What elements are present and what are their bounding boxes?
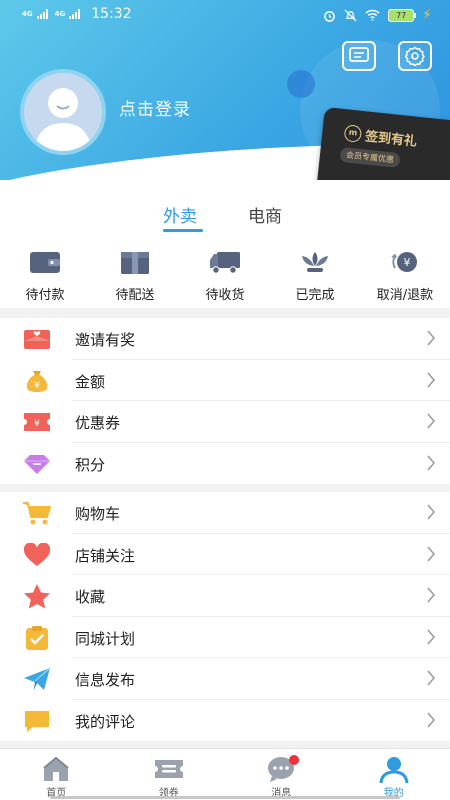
- home-indicator: [50, 796, 400, 799]
- network-type: 4G: [22, 9, 33, 18]
- menu-item-cart[interactable]: 购物车: [0, 492, 450, 534]
- truck-icon: [210, 252, 240, 274]
- chevron-right-icon: [427, 330, 435, 346]
- network-type-2: 4G: [54, 9, 66, 18]
- notification-badge: [289, 755, 299, 765]
- active-tab-indicator: [163, 229, 203, 232]
- charging-icon: ⚡: [422, 7, 432, 23]
- alarm-icon: [324, 10, 336, 22]
- coupon-icon: ¥: [24, 413, 50, 431]
- chevron-right-icon: [427, 455, 435, 470]
- chevron-right-icon: [427, 372, 435, 387]
- signal-icon: [36, 9, 48, 19]
- avatar[interactable]: [20, 69, 106, 155]
- menu-item-city-plan[interactable]: 同城计划: [0, 617, 450, 658]
- ticket-icon: [154, 760, 183, 778]
- svg-text:¥: ¥: [404, 256, 411, 269]
- settings-button[interactable]: [398, 41, 432, 71]
- user-icon: [379, 757, 409, 783]
- menu-item-my-comments[interactable]: 我的评论: [0, 700, 450, 742]
- wallet-icon: [30, 252, 60, 273]
- home-icon: [43, 756, 69, 781]
- heart-icon: [23, 542, 51, 566]
- menu-item-points[interactable]: 积分: [0, 443, 450, 485]
- menu-item-invite[interactable]: 邀请有奖: [0, 318, 450, 360]
- nav-coupons[interactable]: 领券: [113, 749, 226, 800]
- menu-item-balance[interactable]: ¥ 金额: [0, 360, 450, 401]
- money-bag-icon: ¥: [26, 370, 48, 392]
- bottom-navigation: 首页 领券 消息 我的: [0, 748, 450, 800]
- order-tabs: 外卖 电商: [0, 202, 450, 232]
- tab-takeout[interactable]: 外卖: [163, 202, 197, 227]
- comment-icon: [25, 710, 49, 732]
- star-icon: [24, 584, 50, 609]
- sign-in-title: 签到有礼: [364, 129, 418, 150]
- chevron-right-icon: [427, 546, 435, 561]
- status-bar: 4G 4G 15:32 77 ⚡: [0, 0, 450, 30]
- menu-item-followed-shops[interactable]: 店铺关注: [0, 534, 450, 575]
- header-decoration-dot: [287, 70, 315, 98]
- profile-header: 4G 4G 15:32 77 ⚡ 点击登录 m 签到有礼 会员专属优惠: [0, 0, 450, 200]
- login-link[interactable]: 点击登录: [119, 95, 191, 120]
- paper-plane-icon: [24, 667, 51, 690]
- chevron-right-icon: [427, 587, 435, 603]
- chevron-right-icon: [427, 504, 435, 520]
- chevron-right-icon: [427, 670, 435, 686]
- svg-text:¥: ¥: [34, 381, 40, 391]
- order-pending-delivery[interactable]: 待配送: [90, 248, 180, 303]
- menu-item-favorites[interactable]: 收藏: [0, 575, 450, 617]
- nav-home[interactable]: 首页: [0, 749, 113, 800]
- menu-item-post-info[interactable]: 信息发布: [0, 658, 450, 700]
- nav-messages[interactable]: 消息: [225, 749, 338, 800]
- nav-mine[interactable]: 我的: [338, 749, 450, 800]
- battery-icon: 77: [388, 8, 417, 22]
- gift-envelope-icon: [24, 330, 50, 349]
- menu-item-coupon[interactable]: ¥ 优惠券: [0, 401, 450, 443]
- lotus-icon: [302, 252, 328, 272]
- order-section: 外卖 电商 待付款 待配送 待收货 已完成 ¥ 取消/退款: [0, 180, 450, 308]
- order-pending-payment[interactable]: 待付款: [0, 248, 90, 303]
- status-time: 15:32: [91, 6, 132, 22]
- package-icon: [121, 252, 149, 274]
- chevron-right-icon: [427, 712, 435, 727]
- diamond-icon: [24, 454, 50, 474]
- tab-ecommerce[interactable]: 电商: [248, 202, 282, 227]
- member-subtitle: 会员专属优惠: [339, 146, 401, 169]
- menu-group-rewards: 邀请有奖 ¥ 金额 ¥ 优惠券 积分: [0, 318, 450, 484]
- mute-icon: [344, 8, 357, 22]
- signal-icon-2: [69, 9, 81, 19]
- chevron-right-icon: [427, 413, 435, 429]
- refund-icon: ¥: [391, 252, 417, 272]
- message-button[interactable]: [342, 41, 376, 71]
- menu-group-services: 购物车 店铺关注 收藏 同城计划 信息发布 我的评论: [0, 492, 450, 741]
- order-cancel-refund[interactable]: ¥ 取消/退款: [360, 248, 450, 303]
- gear-icon: [405, 46, 425, 66]
- order-pending-receipt[interactable]: 待收货: [180, 248, 270, 303]
- svg-text:¥: ¥: [34, 419, 40, 429]
- clipboard-check-icon: [26, 625, 48, 650]
- default-avatar-icon: [34, 88, 92, 151]
- cart-icon: [23, 502, 51, 525]
- order-completed[interactable]: 已完成: [270, 248, 360, 303]
- chevron-right-icon: [427, 629, 435, 644]
- message-icon: [349, 47, 369, 62]
- member-logo-icon: m: [343, 124, 363, 143]
- wifi-icon: [365, 9, 380, 21]
